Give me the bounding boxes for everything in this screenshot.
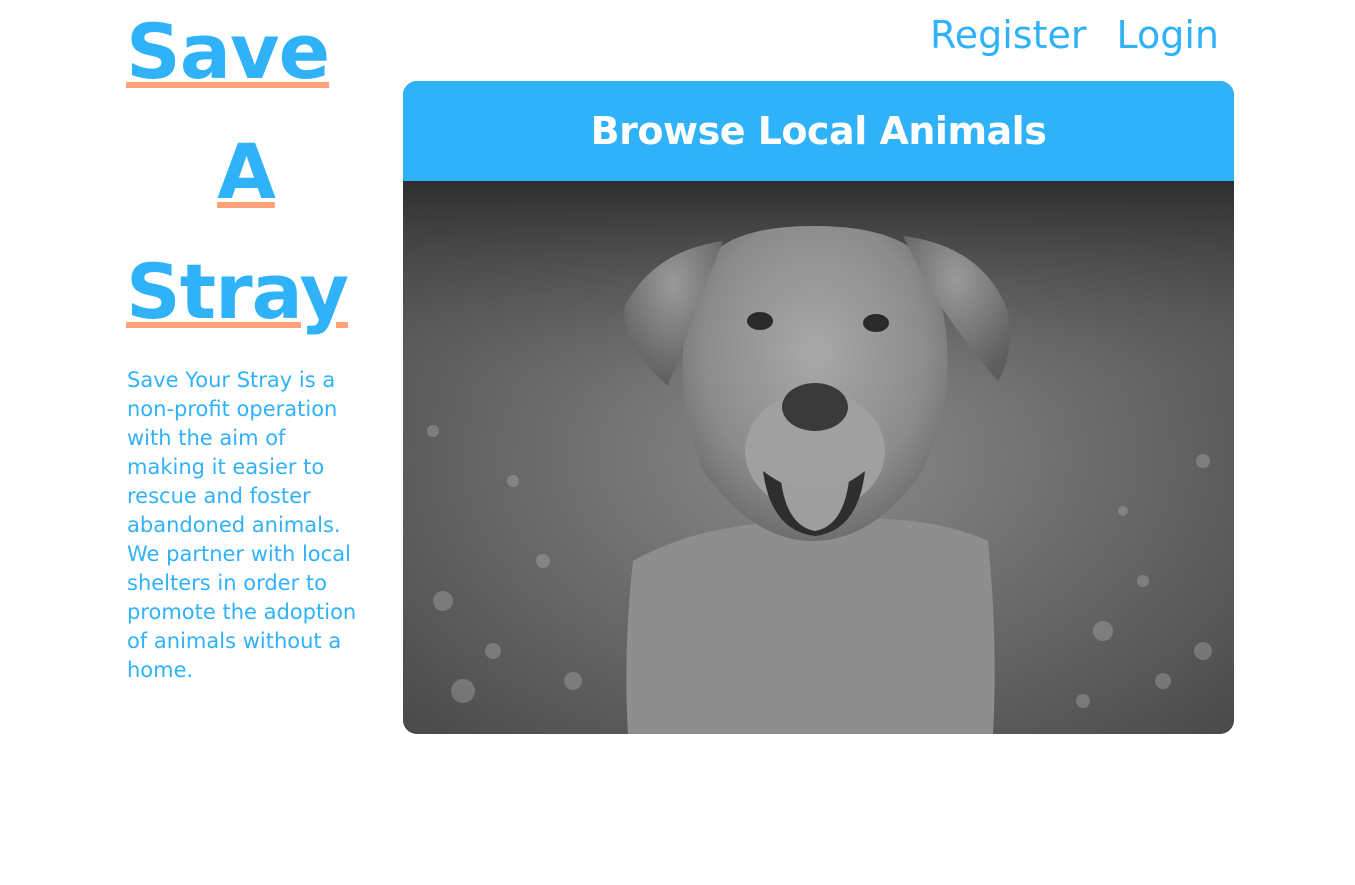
page: Save A Stray Save Your Stray is a non-pr…	[0, 0, 1355, 885]
about-description: Save Your Stray is a non-profit operatio…	[127, 368, 357, 682]
dog-photo	[403, 181, 1234, 734]
logo-word-stray: Stray	[126, 247, 349, 336]
browse-animals-card[interactable]: Browse Local Animals	[403, 81, 1234, 734]
card-title: Browse Local Animals	[590, 109, 1047, 153]
logo-word-a: A	[217, 127, 276, 216]
site-logo-link[interactable]: Save A Stray	[126, 0, 366, 352]
register-link[interactable]: Register	[930, 10, 1086, 60]
card-header[interactable]: Browse Local Animals	[403, 81, 1234, 181]
logo-word-save: Save	[126, 7, 330, 96]
login-link[interactable]: Login	[1116, 10, 1219, 60]
top-nav: Register Login	[930, 10, 1219, 60]
